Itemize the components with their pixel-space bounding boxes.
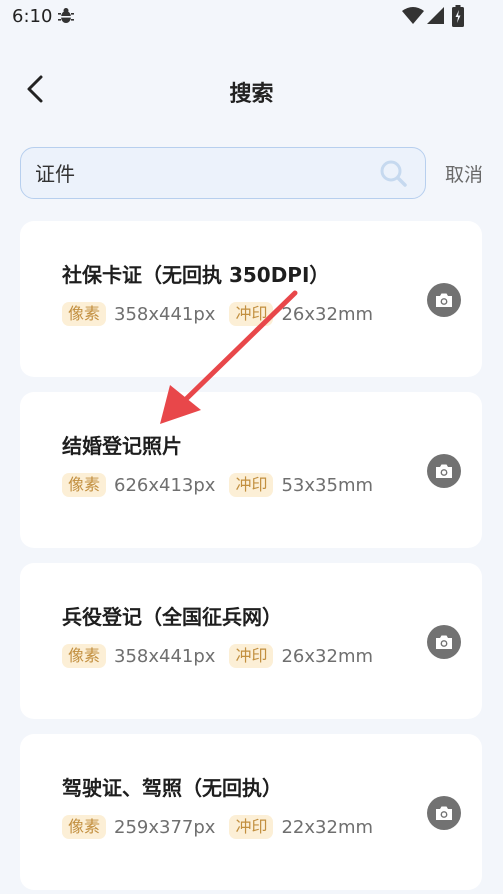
status-bar: 6:10 [0,0,503,34]
print-value: 53x35mm [281,474,374,496]
result-card[interactable]: 兵役登记（全国征兵网） 像素 358x441px 冲印 26x32mm [20,563,482,719]
camera-button[interactable] [427,454,461,488]
result-card[interactable]: 驾驶证、驾照（无回执） 像素 259x377px 冲印 22x32mm [20,734,482,890]
search-box[interactable] [20,147,426,199]
card-title: 兵役登记（全国征兵网） [62,605,282,629]
debug-icon [58,7,74,29]
card-meta: 像素 259x377px 冲印 22x32mm [62,814,387,840]
pixel-badge: 像素 [62,815,107,839]
print-badge: 冲印 [229,815,274,839]
pixel-value: 358x441px [114,303,216,325]
print-badge: 冲印 [229,644,274,668]
card-title: 社保卡证（无回执 350DPI） [62,263,330,287]
camera-icon [436,464,452,478]
result-card[interactable]: 社保卡证（无回执 350DPI） 像素 358x441px 冲印 26x32mm [20,221,482,377]
pixel-value: 626x413px [114,474,216,496]
search-input[interactable] [35,148,375,197]
camera-icon [436,806,452,820]
print-value: 26x32mm [281,303,374,325]
card-title: 驾驶证、驾照（无回执） [62,776,282,800]
card-meta: 像素 358x441px 冲印 26x32mm [62,301,387,327]
card-meta: 像素 358x441px 冲印 26x32mm [62,643,387,669]
camera-icon [436,635,452,649]
cancel-button[interactable]: 取消 [445,160,483,187]
pixel-value: 358x441px [114,645,216,667]
header: 搜索 [0,56,503,126]
print-badge: 冲印 [229,302,274,326]
wifi-icon [402,7,424,29]
camera-button[interactable] [427,625,461,659]
signal-icon [426,7,444,29]
pixel-badge: 像素 [62,473,107,497]
result-card[interactable]: 结婚登记照片 像素 626x413px 冲印 53x35mm [20,392,482,548]
camera-button[interactable] [427,796,461,830]
pixel-badge: 像素 [62,644,107,668]
pixel-value: 259x377px [114,816,216,838]
pixel-badge: 像素 [62,302,107,326]
camera-icon [436,293,452,307]
card-meta: 像素 626x413px 冲印 53x35mm [62,472,387,498]
print-value: 22x32mm [281,816,374,838]
card-title: 结婚登记照片 [62,434,182,458]
status-time: 6:10 [12,6,53,27]
page-title: 搜索 [229,82,274,107]
print-value: 26x32mm [281,645,374,667]
print-badge: 冲印 [229,473,274,497]
battery-icon [452,5,464,31]
search-icon[interactable] [379,159,407,191]
camera-button[interactable] [427,283,461,317]
